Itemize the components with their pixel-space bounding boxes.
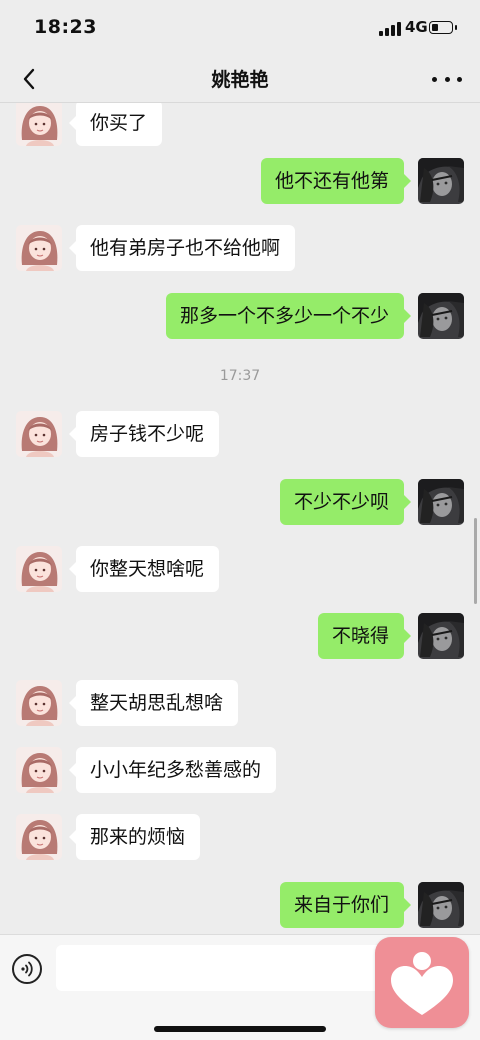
self-avatar[interactable] (418, 293, 464, 339)
message-outgoing: 不晓得 (0, 613, 480, 659)
self-avatar[interactable] (418, 613, 464, 659)
message-incoming: 你买了 (0, 103, 480, 146)
message-outgoing: 来自于你们 (0, 882, 480, 928)
network-type: 4G (405, 18, 428, 36)
message-bubble[interactable]: 来自于你们 (280, 882, 411, 928)
message-bubble[interactable]: 不晓得 (318, 613, 411, 659)
contact-avatar[interactable] (16, 814, 62, 860)
contact-avatar[interactable] (16, 747, 62, 793)
message-bubble[interactable]: 小小年纪多愁善感的 (69, 747, 276, 793)
chat-title: 姚艳艳 (211, 69, 269, 91)
message-bubble[interactable]: 房子钱不少呢 (69, 411, 219, 457)
self-avatar[interactable] (418, 882, 464, 928)
self-avatar[interactable] (418, 479, 464, 525)
signal-icon (379, 22, 401, 36)
contact-avatar[interactable] (16, 103, 62, 146)
message-incoming: 整天胡思乱想啥 (0, 680, 480, 726)
contact-avatar[interactable] (16, 680, 62, 726)
message-outgoing: 不少不少呗 (0, 479, 480, 525)
message-bubble[interactable]: 那多一个不多少一个不少 (166, 293, 411, 339)
message-incoming: 房子钱不少呢 (0, 411, 480, 457)
message-bubble[interactable]: 他不还有他第 (261, 158, 411, 204)
chat-area[interactable]: 你买了他不还有他第他有弟房子也不给他啊那多一个不多少一个不少 17:37 房子钱不少… (0, 103, 480, 933)
contact-avatar[interactable] (16, 225, 62, 271)
message-bubble[interactable]: 你整天想啥呢 (69, 546, 219, 592)
message-incoming: 他有弟房子也不给他啊 (0, 225, 480, 271)
message-incoming: 你整天想啥呢 (0, 546, 480, 592)
message-bubble[interactable]: 那来的烦恼 (69, 814, 200, 860)
voice-icon[interactable] (12, 954, 42, 984)
message-incoming: 小小年纪多愁善感的 (0, 747, 480, 793)
more-dots-icon[interactable] (432, 66, 462, 92)
status-bar: 18:23 4G (0, 0, 480, 56)
battery-icon (429, 21, 457, 34)
timestamp: 17:37 (219, 368, 261, 384)
message-incoming: 那来的烦恼 (0, 814, 480, 860)
nav-bar: 姚艳艳 (0, 56, 480, 103)
self-avatar[interactable] (418, 158, 464, 204)
message-input[interactable] (56, 945, 382, 991)
status-time: 18:23 (34, 16, 97, 38)
message-bubble[interactable]: 不少不少呗 (280, 479, 411, 525)
battery-level (432, 24, 438, 31)
contact-avatar[interactable] (16, 546, 62, 592)
home-indicator[interactable] (154, 1026, 326, 1032)
message-bubble[interactable]: 整天胡思乱想啥 (69, 680, 238, 726)
heart-person-icon[interactable] (375, 937, 469, 1028)
message-outgoing: 他不还有他第 (0, 158, 480, 204)
scrollbar[interactable] (474, 518, 477, 604)
message-bubble[interactable]: 你买了 (69, 103, 162, 146)
contact-avatar[interactable] (16, 411, 62, 457)
message-bubble[interactable]: 他有弟房子也不给他啊 (69, 225, 295, 271)
message-outgoing: 那多一个不多少一个不少 (0, 293, 480, 339)
